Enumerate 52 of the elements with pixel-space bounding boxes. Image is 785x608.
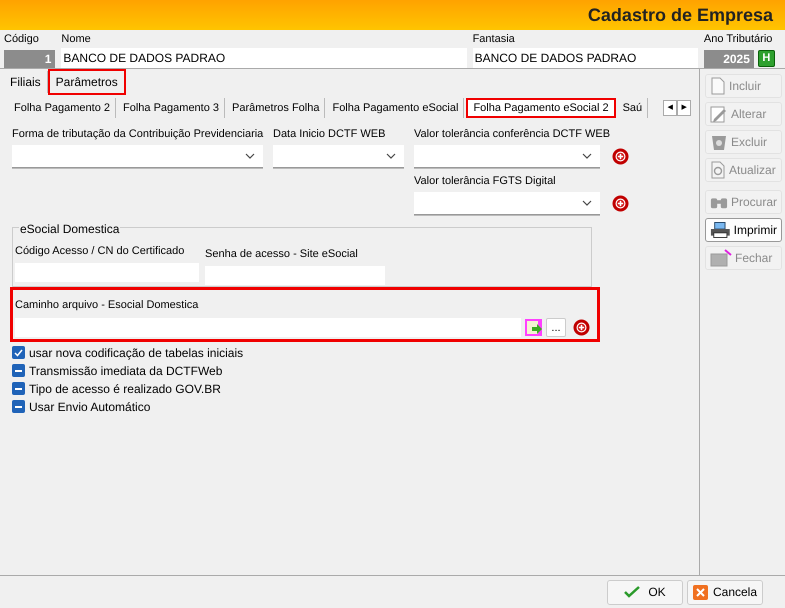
dropdown-field[interactable] <box>273 145 404 168</box>
checkbox[interactable] <box>12 382 25 395</box>
trash-icon <box>710 133 728 151</box>
chevron-down-icon <box>245 153 255 159</box>
checkbox-label[interactable]: Usar Envio Automático <box>29 398 150 416</box>
field-label: Valor tolerância conferência DCTF WEB <box>414 127 610 142</box>
subtab[interactable]: Folha Pagamento eSocial 2 <box>466 98 616 118</box>
checkmark-icon <box>624 586 640 598</box>
add-icon[interactable] <box>612 148 629 165</box>
browse-button[interactable]: ... <box>546 318 566 337</box>
field-label: Nome <box>61 32 91 47</box>
window-title: Cadastro de Empresa <box>588 4 773 27</box>
subtab[interactable]: Folha Pagamento 3 <box>118 98 226 118</box>
close-icon <box>692 584 708 600</box>
chevron-down-icon <box>582 153 592 159</box>
field-label: Fantasia <box>472 32 515 47</box>
subtab[interactable]: Parâmetros Folha <box>227 98 326 118</box>
field-label: Caminho arquivo - Esocial Domestica <box>15 299 198 311</box>
chevron-down-icon <box>386 153 396 159</box>
checkbox-label[interactable]: usar nova codificação de tabelas iniciais <box>29 344 244 362</box>
document-icon <box>710 77 726 95</box>
field-label: Ano Tributário <box>704 32 772 47</box>
ok-button[interactable]: OK <box>607 580 683 604</box>
dropdown-field[interactable] <box>414 145 600 168</box>
pencil-icon <box>710 105 728 123</box>
field-label: Data Inicio DCTF WEB <box>273 127 386 142</box>
add-icon[interactable] <box>612 195 629 212</box>
chevron-down-icon <box>582 200 592 206</box>
subtab[interactable]: Folha Pagamento eSocial <box>327 98 464 118</box>
checkbox[interactable] <box>12 364 25 377</box>
add-icon[interactable] <box>573 319 590 336</box>
dropdown-field[interactable] <box>12 145 263 168</box>
field-label: Valor tolerância FGTS Digital <box>414 174 556 189</box>
cancel-button[interactable]: Cancela <box>687 580 763 604</box>
checkbox[interactable] <box>12 346 25 359</box>
name-field[interactable]: BANCO DE DADOS PADRAO <box>61 48 467 69</box>
field-label: Código Acesso / CN do Certificado <box>15 244 184 259</box>
refresh-document-icon <box>710 161 726 179</box>
subtab[interactable]: Saú <box>618 98 648 118</box>
checkbox-label[interactable]: Transmissão imediata da DCTFWeb <box>29 362 222 380</box>
trade-name-field[interactable]: BANCO DE DADOS PADRAO <box>472 48 698 69</box>
field-label: Forma de tributação da Contribuição Previdenciaria <box>12 127 264 142</box>
checkbox-label[interactable]: Tipo de acesso é realizado GOV.BR <box>29 380 221 398</box>
subtab[interactable]: Folha Pagamento 2 <box>9 98 116 118</box>
toolbar-button[interactable]: Imprimir <box>705 218 782 242</box>
checkbox[interactable] <box>12 400 25 413</box>
tab[interactable]: Parâmetros <box>50 71 124 93</box>
field-label: Senha de acesso - Site eSocial <box>205 247 358 262</box>
field-label: Código <box>4 32 39 47</box>
dropdown-field[interactable] <box>414 192 600 215</box>
password-field[interactable] <box>205 266 385 285</box>
printer-icon <box>710 221 731 239</box>
